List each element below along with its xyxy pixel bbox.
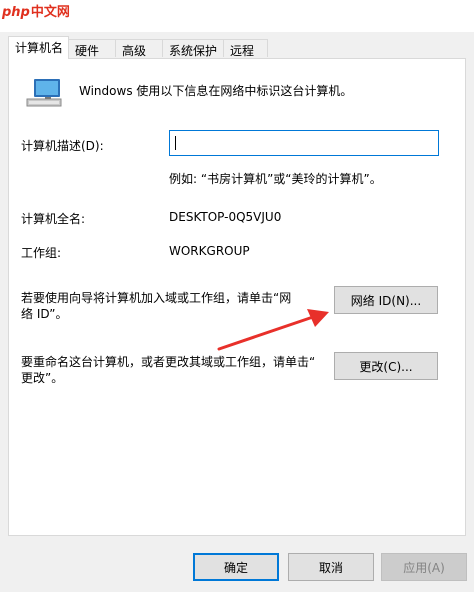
- tab-advanced[interactable]: 高级: [115, 39, 163, 58]
- network-id-button[interactable]: 网络 ID(N)...: [334, 286, 438, 314]
- workgroup-value: WORKGROUP: [169, 244, 250, 258]
- rename-description-line1: 要重命名这台计算机，或者更改其域或工作组，请单击“: [21, 355, 316, 369]
- full-computer-name-value: DESKTOP-0Q5VJU0: [169, 210, 282, 224]
- network-id-description-line1: 若要使用向导将计算机加入域或工作组，请单击“网: [21, 291, 292, 305]
- tab-computer-name[interactable]: 计算机名: [8, 36, 69, 59]
- tab-remote[interactable]: 远程: [223, 39, 268, 58]
- apply-button[interactable]: 应用(A): [381, 553, 467, 581]
- text-caret: [175, 136, 176, 150]
- change-button[interactable]: 更改(C)...: [334, 352, 438, 380]
- tab-label: 计算机名: [15, 41, 64, 55]
- ok-button[interactable]: 确定: [193, 553, 279, 581]
- title-bar: php中文网: [0, 0, 474, 32]
- tab-label: 高级: [122, 44, 147, 58]
- tab-hardware[interactable]: 硬件: [68, 39, 116, 58]
- rename-description-line2: 更改”。: [21, 371, 64, 385]
- tab-panel-computer-name: Windows 使用以下信息在网络中标识这台计算机。 计算机描述(D): 例如:…: [8, 58, 466, 536]
- tab-label: 远程: [230, 44, 255, 58]
- full-computer-name-label: 计算机全名:: [21, 212, 86, 226]
- workgroup-label: 工作组:: [21, 246, 62, 260]
- watermark-php-text: php: [2, 5, 30, 20]
- computer-description-field[interactable]: [170, 131, 438, 155]
- network-id-description-line2: 络 ID”。: [21, 307, 68, 321]
- php-watermark-logo: php中文网: [2, 1, 70, 20]
- cancel-button[interactable]: 取消: [288, 553, 374, 581]
- intro-text: Windows 使用以下信息在网络中标识这台计算机。: [79, 84, 353, 98]
- red-arrow-annotation: [217, 309, 329, 351]
- watermark-cn-text: 中文网: [30, 5, 70, 20]
- computer-icon: [25, 77, 65, 114]
- tab-label: 硬件: [75, 44, 100, 58]
- tab-system-protection[interactable]: 系统保护: [162, 39, 224, 58]
- description-example-text: 例如: “书房计算机”或“美玲的计算机”。: [169, 172, 382, 186]
- tab-label: 系统保护: [169, 44, 218, 58]
- computer-description-input[interactable]: [169, 130, 439, 156]
- computer-description-label: 计算机描述(D):: [21, 139, 104, 153]
